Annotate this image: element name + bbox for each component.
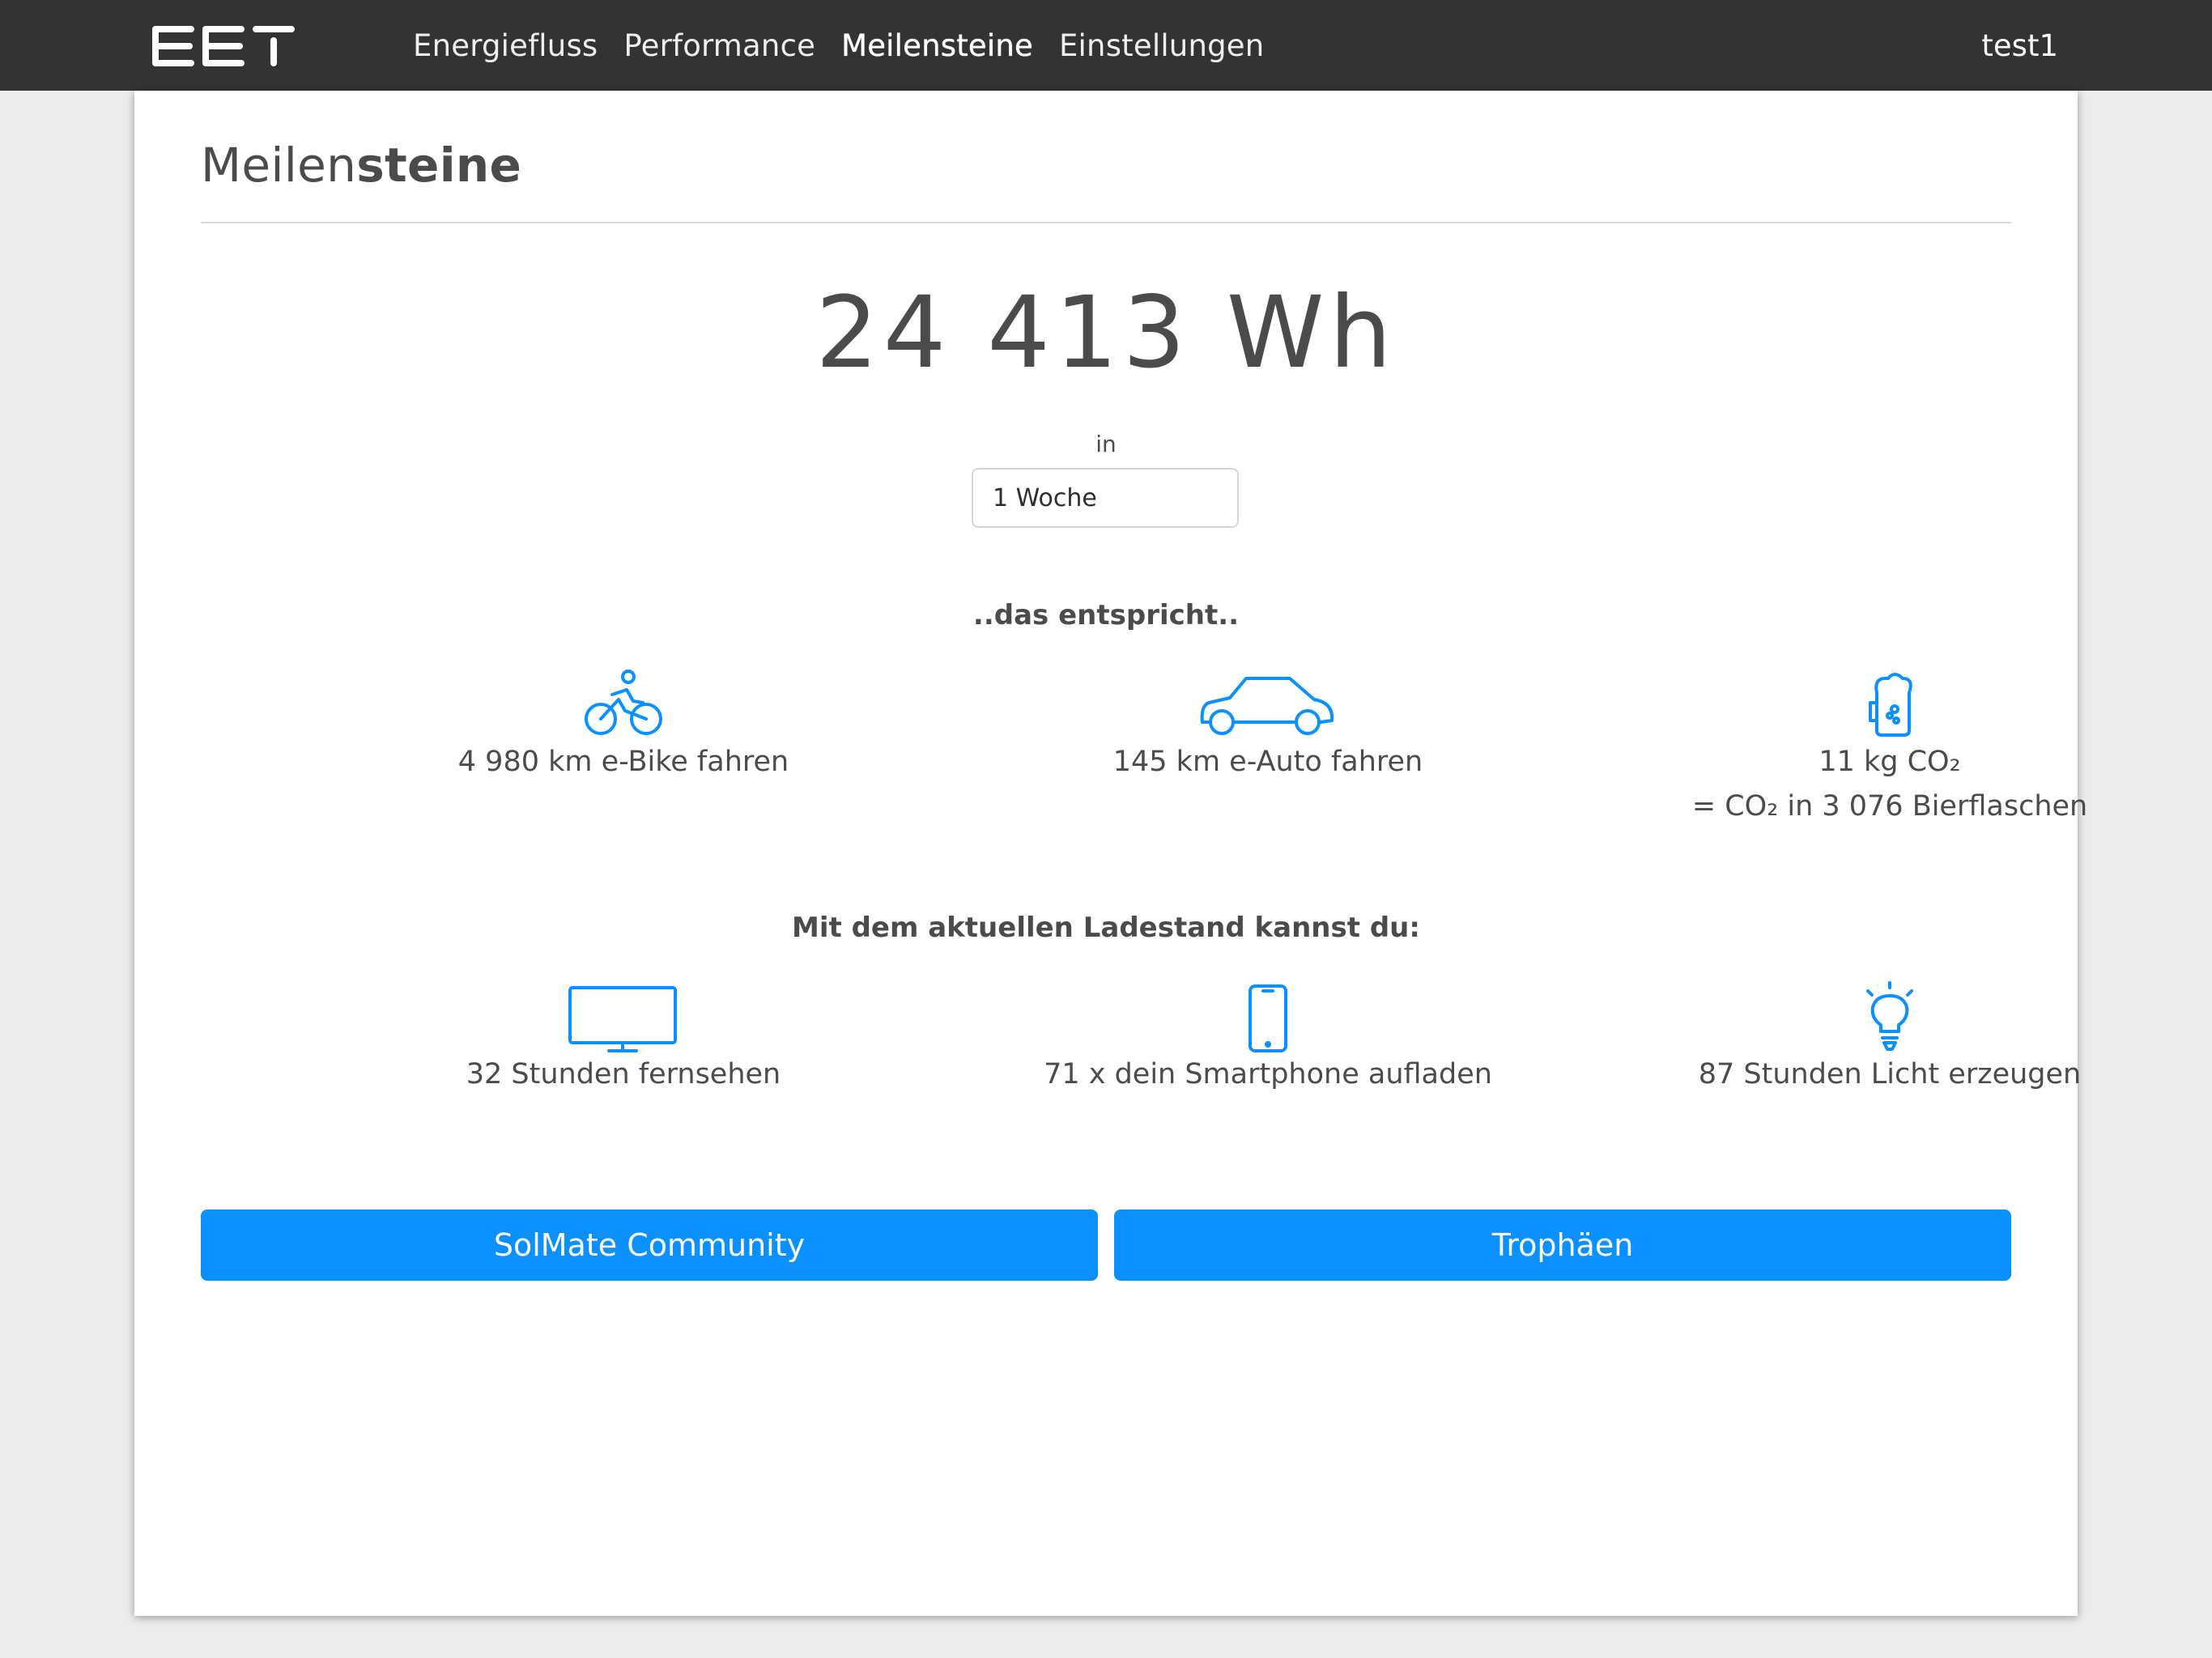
lightbulb-icon: [1866, 981, 1913, 1051]
solmate-community-button[interactable]: SolMate Community: [201, 1209, 1098, 1281]
equivalent-ebike-text: 4 980 km e-Bike fahren: [457, 746, 789, 778]
charge-smartphone: 71 x dein Smartphone aufladen: [960, 981, 1576, 1097]
nav-item-einstellungen[interactable]: Einstellungen: [1059, 28, 1264, 63]
equivalent-co2: 11 kg CO₂ = CO₂ in 3 076 Bierflaschen: [1582, 669, 2197, 829]
milestones-card: Meilensteine 24 413 Wh in 1 Woche ..das …: [134, 91, 2087, 1616]
top-navbar: Energiefluss Performance Meilensteine Ei…: [0, 0, 2212, 91]
equivalent-co2-text: 11 kg CO₂: [1819, 746, 1961, 778]
nav-item-energiefluss[interactable]: Energiefluss: [413, 28, 598, 63]
charge-light-text: 87 Stunden Licht erzeugen: [1698, 1058, 2082, 1090]
period-select-value: 1 Woche: [993, 483, 1097, 512]
eet-logo[interactable]: [152, 26, 295, 66]
equivalent-ecar-text: 145 km e-Auto fahren: [1112, 746, 1423, 778]
car-icon: [1200, 677, 1334, 735]
title-divider: [201, 222, 2011, 223]
charge-smartphone-text: 71 x dein Smartphone aufladen: [1044, 1058, 1492, 1090]
equivalent-ecar: 145 km e-Auto fahren: [960, 669, 1576, 784]
smartphone-icon: [1249, 984, 1287, 1052]
beer-mug-icon: [1869, 673, 1912, 737]
period-select[interactable]: 1 Woche: [972, 468, 1239, 528]
tv-icon: [568, 986, 677, 1052]
equivalent-co2-subtext: = CO₂ in 3 076 Bierflaschen: [1691, 790, 2088, 823]
nav-item-meilensteine[interactable]: Meilensteine: [841, 28, 1033, 63]
nav-item-performance[interactable]: Performance: [623, 28, 815, 63]
page-title-bold: steine: [356, 138, 522, 193]
charge-light: 87 Stunden Licht erzeugen: [1582, 981, 2197, 1097]
charge-heading: Mit dem aktuellen Ladestand kannst du:: [792, 912, 1420, 944]
trophies-button[interactable]: Trophäen: [1114, 1209, 2011, 1281]
page-title: Meilensteine: [201, 138, 521, 193]
page-title-light: Meilen: [201, 138, 357, 193]
equivalent-ebike: 4 980 km e-Bike fahren: [316, 669, 931, 784]
equivalent-heading: ..das entspricht..: [972, 599, 1240, 631]
in-label: in: [1095, 431, 1117, 457]
charge-tv-text: 32 Stunden fernsehen: [466, 1058, 781, 1090]
charge-tv: 32 Stunden fernsehen: [316, 981, 931, 1097]
user-menu[interactable]: test1: [1981, 0, 2058, 91]
main-nav: Energiefluss Performance Meilensteine Ei…: [413, 0, 1290, 91]
total-energy-value: 24 413 Wh: [815, 275, 1397, 390]
bicycle-icon: [585, 670, 662, 735]
